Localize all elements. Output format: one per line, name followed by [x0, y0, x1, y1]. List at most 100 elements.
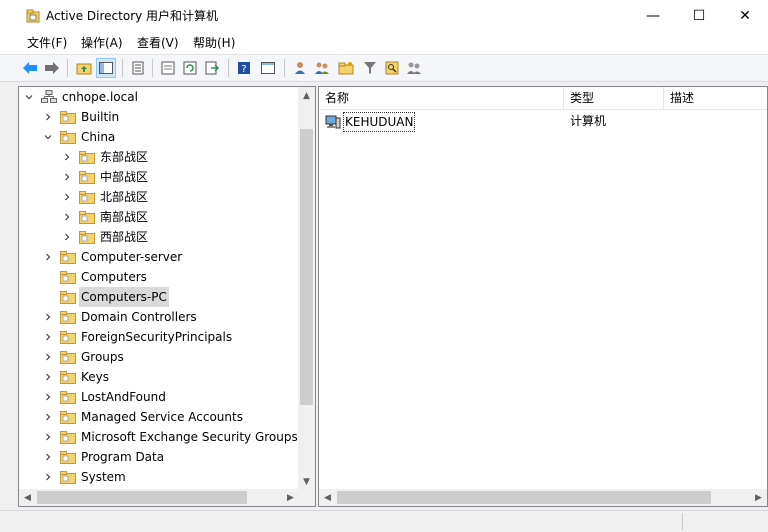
chevron-right-icon[interactable]: [42, 247, 54, 267]
ou-folder-icon: [79, 151, 95, 164]
tree-vscroll-thumb[interactable]: [300, 129, 313, 405]
chevron-right-icon[interactable]: [42, 447, 54, 467]
forward-arrow-icon: [45, 62, 59, 74]
tree-item-label: Computers: [81, 270, 147, 284]
tree-item[interactable]: 西部战区: [19, 227, 299, 247]
menu-file[interactable]: 文件(F): [27, 35, 67, 51]
chevron-right-icon[interactable]: [61, 227, 73, 247]
chevron-right-icon[interactable]: [42, 107, 54, 127]
close-button[interactable]: ✕: [722, 0, 768, 32]
back-button[interactable]: [20, 58, 40, 78]
chevron-right-icon[interactable]: [61, 147, 73, 167]
scroll-right-icon[interactable]: ▶: [282, 489, 299, 506]
tree-hscroll-thumb[interactable]: [37, 491, 247, 504]
tree-item[interactable]: China: [19, 127, 299, 147]
menu-action[interactable]: 操作(A): [81, 35, 123, 51]
console-tree-pane[interactable]: cnhope.local Builtin China 东部战区 中部战区北部战区南部战…: [18, 86, 316, 507]
chevron-right-icon[interactable]: [61, 167, 73, 187]
list-horizontal-scrollbar[interactable]: ◀ ▶: [319, 489, 767, 506]
toolbar: ?: [0, 55, 768, 82]
new-ou-button[interactable]: [336, 58, 356, 78]
tree-item-label: Program Data: [81, 450, 165, 464]
chevron-right-icon[interactable]: [42, 327, 54, 347]
tree-item[interactable]: Microsoft Exchange Security Groups: [19, 427, 299, 447]
ou-folder-icon: [79, 211, 95, 224]
chevron-right-icon[interactable]: [42, 367, 54, 387]
window-title: Active Directory 用户和计算机: [46, 9, 219, 23]
tree-item-label: System: [81, 470, 126, 484]
tree-item[interactable]: 中部战区: [19, 167, 299, 187]
tree-vertical-scrollbar[interactable]: ▲ ▼: [298, 87, 315, 490]
ou-folder-icon: [60, 251, 76, 264]
chevron-right-icon[interactable]: [42, 347, 54, 367]
tree-item[interactable]: Computers-PC: [19, 287, 299, 307]
chevron-right-icon[interactable]: [61, 207, 73, 227]
chevron-down-icon[interactable]: [42, 127, 54, 147]
chevron-right-icon[interactable]: [42, 307, 54, 327]
ou-folder-icon: [79, 171, 95, 184]
column-header-name[interactable]: 名称: [319, 87, 564, 109]
chevron-right-icon[interactable]: [42, 407, 54, 427]
tree-root[interactable]: cnhope.local: [19, 87, 299, 107]
menu-help[interactable]: 帮助(H): [193, 35, 235, 51]
status-divider: [682, 513, 683, 530]
maximize-button[interactable]: ☐: [676, 0, 722, 32]
tree-item[interactable]: 北部战区: [19, 187, 299, 207]
new-group-button[interactable]: [312, 58, 332, 78]
minimize-button[interactable]: —: [630, 0, 676, 32]
export-list-button[interactable]: [158, 58, 178, 78]
tree-item[interactable]: LostAndFound: [19, 387, 299, 407]
help-button[interactable]: ?: [234, 58, 254, 78]
chevron-right-icon[interactable]: [61, 187, 73, 207]
refresh-button[interactable]: [180, 58, 200, 78]
menu-view[interactable]: 查看(V): [137, 35, 179, 51]
tree-item[interactable]: Groups: [19, 347, 299, 367]
show-hide-console-tree-icon: [99, 62, 113, 74]
tree-root-label: cnhope.local: [62, 90, 138, 104]
tree-item[interactable]: Domain Controllers: [19, 307, 299, 327]
tree-item[interactable]: ForeignSecurityPrincipals: [19, 327, 299, 347]
title-bar[interactable]: Active Directory 用户和计算机 — ☐ ✕: [0, 0, 768, 32]
add-to-group-button[interactable]: [404, 58, 424, 78]
tree-item[interactable]: Computer-server: [19, 247, 299, 267]
console-tree: cnhope.local Builtin China 东部战区 中部战区北部战区南部战…: [19, 87, 299, 490]
filter-button[interactable]: [360, 58, 380, 78]
action-pane-button[interactable]: [258, 58, 278, 78]
scroll-down-icon[interactable]: ▼: [298, 473, 315, 490]
show-hide-console-tree-button[interactable]: [96, 58, 116, 78]
tree-item[interactable]: System: [19, 467, 299, 487]
list-hscroll-thumb[interactable]: [337, 491, 711, 504]
tree-item[interactable]: 南部战区: [19, 207, 299, 227]
tree-horizontal-scrollbar[interactable]: ◀ ▶: [19, 489, 299, 506]
column-header-description[interactable]: 描述: [664, 87, 768, 109]
svg-text:?: ?: [241, 64, 246, 75]
scroll-up-icon[interactable]: ▲: [298, 87, 315, 104]
new-user-button[interactable]: [290, 58, 310, 78]
scroll-left-icon[interactable]: ◀: [19, 489, 36, 506]
find-icon: [385, 61, 399, 75]
maximize-icon: ☐: [692, 8, 706, 24]
tree-item[interactable]: Builtin: [19, 107, 299, 127]
scroll-left-icon[interactable]: ◀: [319, 489, 336, 506]
up-level-button[interactable]: [74, 58, 94, 78]
export-button[interactable]: [202, 58, 222, 78]
find-button[interactable]: [382, 58, 402, 78]
tree-item[interactable]: 东部战区: [19, 147, 299, 167]
forward-button[interactable]: [42, 58, 62, 78]
list-row[interactable]: KEHUDUAN 计算机: [319, 112, 767, 132]
chevron-right-icon[interactable]: [42, 427, 54, 447]
chevron-right-icon[interactable]: [42, 387, 54, 407]
properties-button[interactable]: [128, 58, 148, 78]
tree-item[interactable]: Managed Service Accounts: [19, 407, 299, 427]
column-header-type[interactable]: 类型: [564, 87, 664, 109]
scroll-right-icon[interactable]: ▶: [750, 489, 767, 506]
tree-item[interactable]: Program Data: [19, 447, 299, 467]
chevron-right-icon[interactable]: [42, 467, 54, 487]
toolbar-separator: [284, 59, 285, 77]
tree-item[interactable]: Keys: [19, 367, 299, 387]
ou-folder-icon: [60, 331, 76, 344]
details-pane[interactable]: 名称 类型 描述 KEHUDUAN 计算机 ◀ ▶: [318, 86, 768, 507]
chevron-down-icon[interactable]: [23, 87, 35, 107]
tree-item[interactable]: Computers: [19, 267, 299, 287]
tree-item-label: 北部战区: [100, 190, 149, 204]
